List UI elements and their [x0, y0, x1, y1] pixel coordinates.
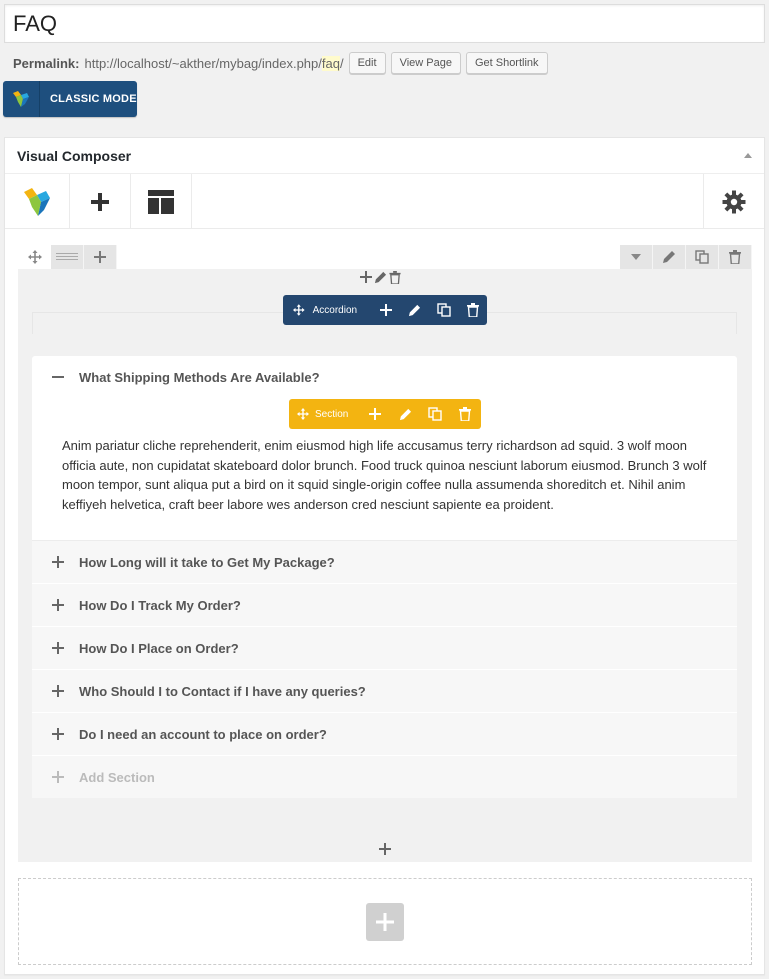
accordion-element: Accordion — [32, 295, 737, 334]
panel-title: Visual Composer — [17, 147, 132, 164]
accordion-section[interactable]: Do I need an account to place on order? — [32, 713, 737, 757]
move-icon — [27, 250, 42, 264]
minus-icon[interactable] — [51, 376, 65, 378]
plus-icon — [94, 251, 106, 263]
row-edit-button[interactable] — [653, 245, 686, 269]
post-title-input[interactable]: FAQ — [4, 4, 765, 43]
trash-icon[interactable] — [389, 271, 401, 284]
permalink-url[interactable]: http://localhost/~akther/mybag/index.php… — [84, 55, 344, 71]
view-page-button[interactable]: View Page — [390, 52, 461, 74]
section-title: Who Should I to Contact if I have any qu… — [79, 683, 366, 699]
trash-icon — [466, 303, 479, 317]
accordion-section[interactable]: How Do I Track My Order? — [32, 584, 737, 628]
vc-logo-button[interactable] — [5, 174, 70, 229]
visual-composer-panel: Visual Composer Accordion What Shipping … — [4, 137, 765, 975]
vc-toolbar — [5, 174, 764, 229]
chevron-down-icon — [631, 254, 641, 260]
move-icon — [293, 304, 305, 316]
plus-icon[interactable] — [51, 599, 65, 612]
section-header[interactable]: What Shipping Methods Are Available? — [32, 356, 737, 398]
classic-mode-button[interactable]: CLASSIC MODE — [3, 81, 137, 117]
row-delete-button[interactable] — [719, 245, 752, 269]
accordion-delete-button[interactable] — [458, 295, 487, 325]
section-title: How Do I Place on Order? — [79, 640, 239, 656]
section-header[interactable]: Do I need an account to place on order? — [32, 713, 737, 756]
settings-button[interactable] — [703, 174, 764, 229]
permalink-label: Permalink: — [13, 55, 80, 71]
accordion-section-open: What Shipping Methods Are Available? Sec… — [32, 356, 737, 542]
add-section-row[interactable]: Add Section — [32, 756, 737, 799]
row-controls — [18, 245, 752, 269]
columns-icon — [56, 253, 78, 260]
plus-icon[interactable] — [51, 771, 65, 784]
pencil-icon — [663, 251, 675, 263]
classic-mode-label: CLASSIC MODE — [50, 93, 137, 105]
vc-logo-icon — [3, 81, 40, 117]
plus-icon — [379, 843, 391, 855]
accordion-add-button[interactable] — [371, 295, 400, 325]
plus-icon[interactable] — [51, 556, 65, 569]
plus-icon — [379, 304, 392, 316]
permalink-row: Permalink: http://localhost/~akther/myba… — [13, 52, 548, 74]
accordion-sections: What Shipping Methods Are Available? Sec… — [32, 356, 737, 799]
row-toggle-button[interactable] — [620, 245, 653, 269]
add-section-button[interactable]: Add Section — [32, 756, 737, 799]
section-title: What Shipping Methods Are Available? — [79, 369, 320, 385]
column-controls — [360, 271, 401, 284]
pencil-icon[interactable] — [374, 271, 387, 284]
add-row-button[interactable] — [366, 902, 404, 941]
section-content: Anim pariatur cliche reprehenderit, enim… — [62, 438, 707, 512]
add-row-area[interactable] — [18, 878, 752, 965]
plus-icon[interactable] — [51, 685, 65, 698]
accordion-section[interactable]: How Do I Place on Order? — [32, 627, 737, 671]
section-header[interactable]: Who Should I to Contact if I have any qu… — [32, 670, 737, 713]
edit-permalink-button[interactable]: Edit — [348, 52, 386, 74]
gear-icon — [722, 190, 746, 213]
get-shortlink-button[interactable]: Get Shortlink — [465, 52, 548, 74]
plus-icon[interactable] — [51, 642, 65, 655]
accordion-section[interactable]: How Long will it take to Get My Package? — [32, 541, 737, 585]
vc-brand-icon — [24, 187, 50, 216]
row-clone-button[interactable] — [686, 245, 719, 269]
accordion-section[interactable]: Who Should I to Contact if I have any qu… — [32, 670, 737, 714]
vc-row: Accordion What Shipping Methods Are Avai… — [18, 245, 752, 862]
plus-icon — [91, 192, 109, 211]
add-element-button[interactable] — [70, 174, 131, 229]
add-section-label: Add Section — [79, 769, 155, 785]
accordion-label: Accordion — [312, 304, 358, 316]
clone-icon — [436, 303, 451, 317]
layout-icon — [148, 189, 174, 214]
plus-icon — [376, 912, 394, 931]
column-add-element-button[interactable] — [379, 842, 391, 860]
row-layout-button[interactable] — [51, 245, 84, 269]
templates-button[interactable] — [131, 174, 192, 229]
collapse-arrow-icon[interactable] — [744, 153, 752, 158]
section-header[interactable]: How Do I Place on Order? — [32, 627, 737, 670]
row-column: Accordion What Shipping Methods Are Avai… — [18, 269, 752, 862]
section-title: How Long will it take to Get My Package? — [79, 554, 335, 570]
accordion-clone-button[interactable] — [429, 295, 458, 325]
row-add-column-button[interactable] — [84, 245, 117, 269]
plus-icon[interactable] — [360, 271, 372, 283]
clone-icon — [695, 250, 709, 264]
section-title: Do I need an account to place on order? — [79, 726, 327, 742]
row-move-handle[interactable] — [18, 245, 51, 269]
pencil-icon — [408, 304, 421, 316]
permalink-slug[interactable]: faq — [321, 55, 340, 71]
section-title: How Do I Track My Order? — [79, 597, 241, 613]
trash-icon — [729, 250, 741, 264]
section-header[interactable]: How Do I Track My Order? — [32, 584, 737, 627]
plus-icon[interactable] — [51, 728, 65, 741]
panel-header[interactable]: Visual Composer — [5, 138, 764, 174]
section-header[interactable]: How Long will it take to Get My Package? — [32, 541, 737, 584]
accordion-controls[interactable]: Accordion — [283, 295, 487, 325]
accordion-edit-button[interactable] — [400, 295, 429, 325]
